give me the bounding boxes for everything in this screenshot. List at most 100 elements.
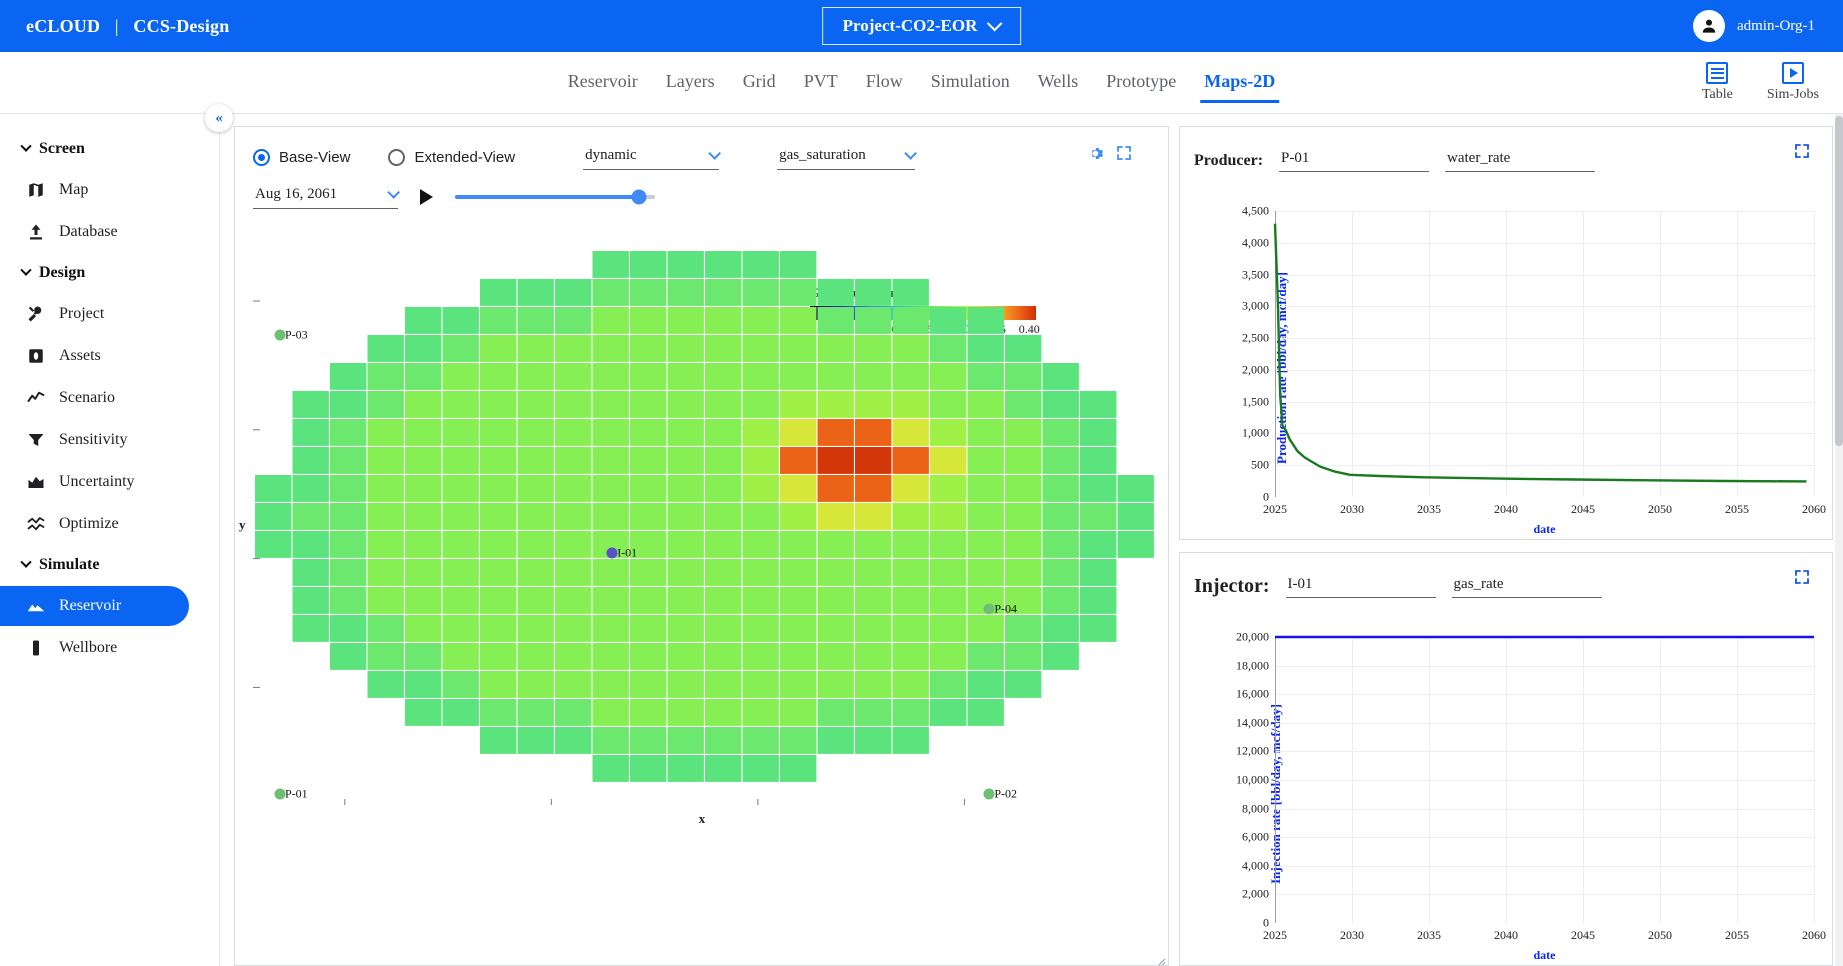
y-tick-label: 14,000	[1236, 715, 1269, 730]
brand-separator: |	[114, 15, 119, 36]
well-marker-p-01[interactable]	[274, 788, 286, 800]
sidebar-item-project-label: Project	[59, 305, 105, 322]
chevron-down-icon	[708, 147, 722, 160]
sim-jobs-button[interactable]: Sim-Jobs	[1767, 62, 1819, 103]
y-tick-label: 2,500	[1242, 330, 1269, 345]
y-tick-label: 4,000	[1242, 858, 1269, 873]
project-selector[interactable]: Project-CO2-EOR	[821, 7, 1022, 45]
tab-prototype[interactable]: Prototype	[1092, 51, 1190, 111]
x-tick-label: 2050	[1648, 928, 1672, 942]
tab-reservoir[interactable]: Reservoir	[554, 51, 652, 111]
producer-variable-select[interactable]: water_rate	[1445, 149, 1596, 172]
sidebar-group-simulate-label: Simulate	[39, 556, 100, 573]
producer-well-select[interactable]: P-01	[1279, 149, 1430, 172]
sidebar-item-sensitivity[interactable]: Sensitivity	[0, 420, 189, 460]
sidebar-item-map[interactable]: Map	[0, 170, 189, 210]
map-resize-grip[interactable]	[1156, 953, 1166, 966]
sidebar-item-optimize[interactable]: Optimize	[0, 504, 189, 544]
y-tick-label: 3,500	[1242, 267, 1269, 282]
producer-expand-button[interactable]	[1794, 143, 1810, 164]
sidebar-item-uncertainty[interactable]: Uncertainty	[0, 462, 189, 502]
sidebar-item-database[interactable]: Database	[0, 212, 189, 252]
sidebar-group-simulate[interactable]: Simulate	[0, 546, 219, 584]
sidebar-item-assets[interactable]: Assets	[0, 336, 189, 376]
barrel-icon	[26, 347, 45, 366]
brand: eCLOUD | CCS-Design	[26, 16, 229, 37]
producer-rate-chart[interactable]: Production rate [bbl/day, mcf/day] date 0 5…	[1180, 197, 1832, 539]
time-slider-knob[interactable]	[631, 189, 647, 204]
chevron-down-icon	[904, 147, 918, 160]
injector-variable-select[interactable]: gas_rate	[1451, 575, 1602, 598]
injector-controls: Injector: I-01 gas_rate	[1180, 553, 1832, 598]
injector-expand-button[interactable]	[1794, 569, 1810, 590]
property-select[interactable]: gas_saturation	[777, 145, 918, 170]
date-select[interactable]: Aug 16, 2061	[253, 184, 400, 209]
tab-flow[interactable]: Flow	[852, 51, 917, 111]
x-axis-title: date	[1533, 948, 1556, 962]
brand-right: CCS-Design	[133, 15, 230, 36]
injector-well-value: I-01	[1287, 576, 1313, 592]
mode-select[interactable]: dynamic	[583, 145, 722, 170]
content-area: Base-View Extended-View dynamic gas_satu…	[220, 114, 1843, 966]
producer-controls: Producer: P-01 water_rate	[1180, 127, 1832, 172]
chevron-down-icon	[20, 556, 32, 568]
injector-well-select[interactable]: I-01	[1285, 575, 1436, 598]
map-expand-button[interactable]	[1116, 145, 1132, 166]
x-tick-label: 2035	[1417, 502, 1441, 516]
y-tick-label: 8,000	[1242, 801, 1269, 816]
radio-base-view-indicator	[253, 149, 270, 166]
settings-button[interactable]	[1087, 145, 1104, 167]
sidebar-item-wellbore[interactable]: Wellbore	[0, 628, 189, 668]
nav-right-actions: Table Sim-Jobs	[1702, 62, 1819, 103]
sidebar-item-reservoir[interactable]: Reservoir	[0, 586, 189, 626]
x-tick-label: 2025	[1263, 502, 1287, 516]
well-label-p-01: P-01	[284, 786, 308, 801]
tab-maps-2d[interactable]: Maps-2D	[1190, 51, 1289, 111]
sidebar-item-scenario[interactable]: Scenario	[0, 378, 189, 418]
tab-pvt[interactable]: PVT	[790, 51, 852, 111]
tab-grid[interactable]: Grid	[729, 51, 790, 111]
sidebar-item-map-label: Map	[59, 181, 89, 198]
radio-base-view[interactable]: Base-View	[253, 149, 350, 166]
tab-layers[interactable]: Layers	[652, 51, 729, 111]
reservoir-map-plot[interactable]: x y P-03 P-04 P-01 P-02 I-01	[239, 245, 1154, 826]
chevron-down-icon	[20, 140, 32, 152]
well-marker-i-01[interactable]	[606, 547, 618, 559]
page-scrollbar[interactable]	[1835, 114, 1843, 966]
well-marker-p-04[interactable]	[983, 603, 995, 615]
x-tick-label: 2030	[1340, 928, 1364, 942]
radio-extended-view-indicator	[388, 149, 406, 166]
time-slider[interactable]	[455, 189, 655, 204]
radio-extended-view[interactable]: Extended-View	[388, 149, 515, 166]
x-tick-label: 2045	[1571, 928, 1595, 942]
sidebar-item-assets-label: Assets	[59, 347, 101, 364]
sidebar-item-uncertainty-label: Uncertainty	[59, 473, 135, 490]
sidebar-item-project[interactable]: Project	[0, 294, 189, 334]
y-tick-label: 10,000	[1236, 772, 1269, 787]
sidebar-collapse-button[interactable]: «	[205, 104, 233, 132]
sidebar-group-screen[interactable]: Screen	[0, 130, 219, 168]
play-square-icon	[1781, 62, 1804, 84]
top-bar: eCLOUD | CCS-Design Project-CO2-EOR admi…	[0, 0, 1843, 52]
tab-wells[interactable]: Wells	[1024, 51, 1093, 111]
y-tick-label: 1,500	[1242, 394, 1269, 409]
plot-area: 0 2,000 4,000 6,000 8,000 10,000 12,000 14,000 1…	[1236, 630, 1826, 943]
play-button[interactable]	[420, 188, 433, 205]
well-marker-p-03[interactable]	[274, 329, 286, 341]
map-grid	[253, 251, 1154, 805]
plot-area: 0 500 1,000 1,500 2,000 2,500 3,000 3,500 4,000 4…	[1242, 204, 1826, 517]
x-tick-label: 2060	[1802, 928, 1826, 942]
injector-rate-chart[interactable]: Injection rate [bbl/day, mcf/day]date02,…	[1180, 623, 1832, 965]
radio-extended-view-label: Extended-View	[414, 149, 516, 166]
mountain-chart-icon	[26, 473, 45, 492]
series-layer	[1273, 223, 1807, 483]
sidebar-group-design[interactable]: Design	[0, 254, 219, 292]
tab-simulation[interactable]: Simulation	[917, 51, 1024, 111]
x-tick-label: 2040	[1494, 928, 1518, 942]
nav-bar: Reservoir Layers Grid PVT Flow Simulatio…	[0, 52, 1843, 114]
y-tick-label: 2,000	[1242, 886, 1269, 901]
map-toolbar: Base-View Extended-View dynamic gas_satu…	[235, 127, 1168, 170]
table-button[interactable]: Table	[1702, 62, 1733, 103]
well-marker-p-02[interactable]	[983, 788, 995, 800]
user-menu[interactable]: admin-Org-1	[1692, 10, 1815, 42]
